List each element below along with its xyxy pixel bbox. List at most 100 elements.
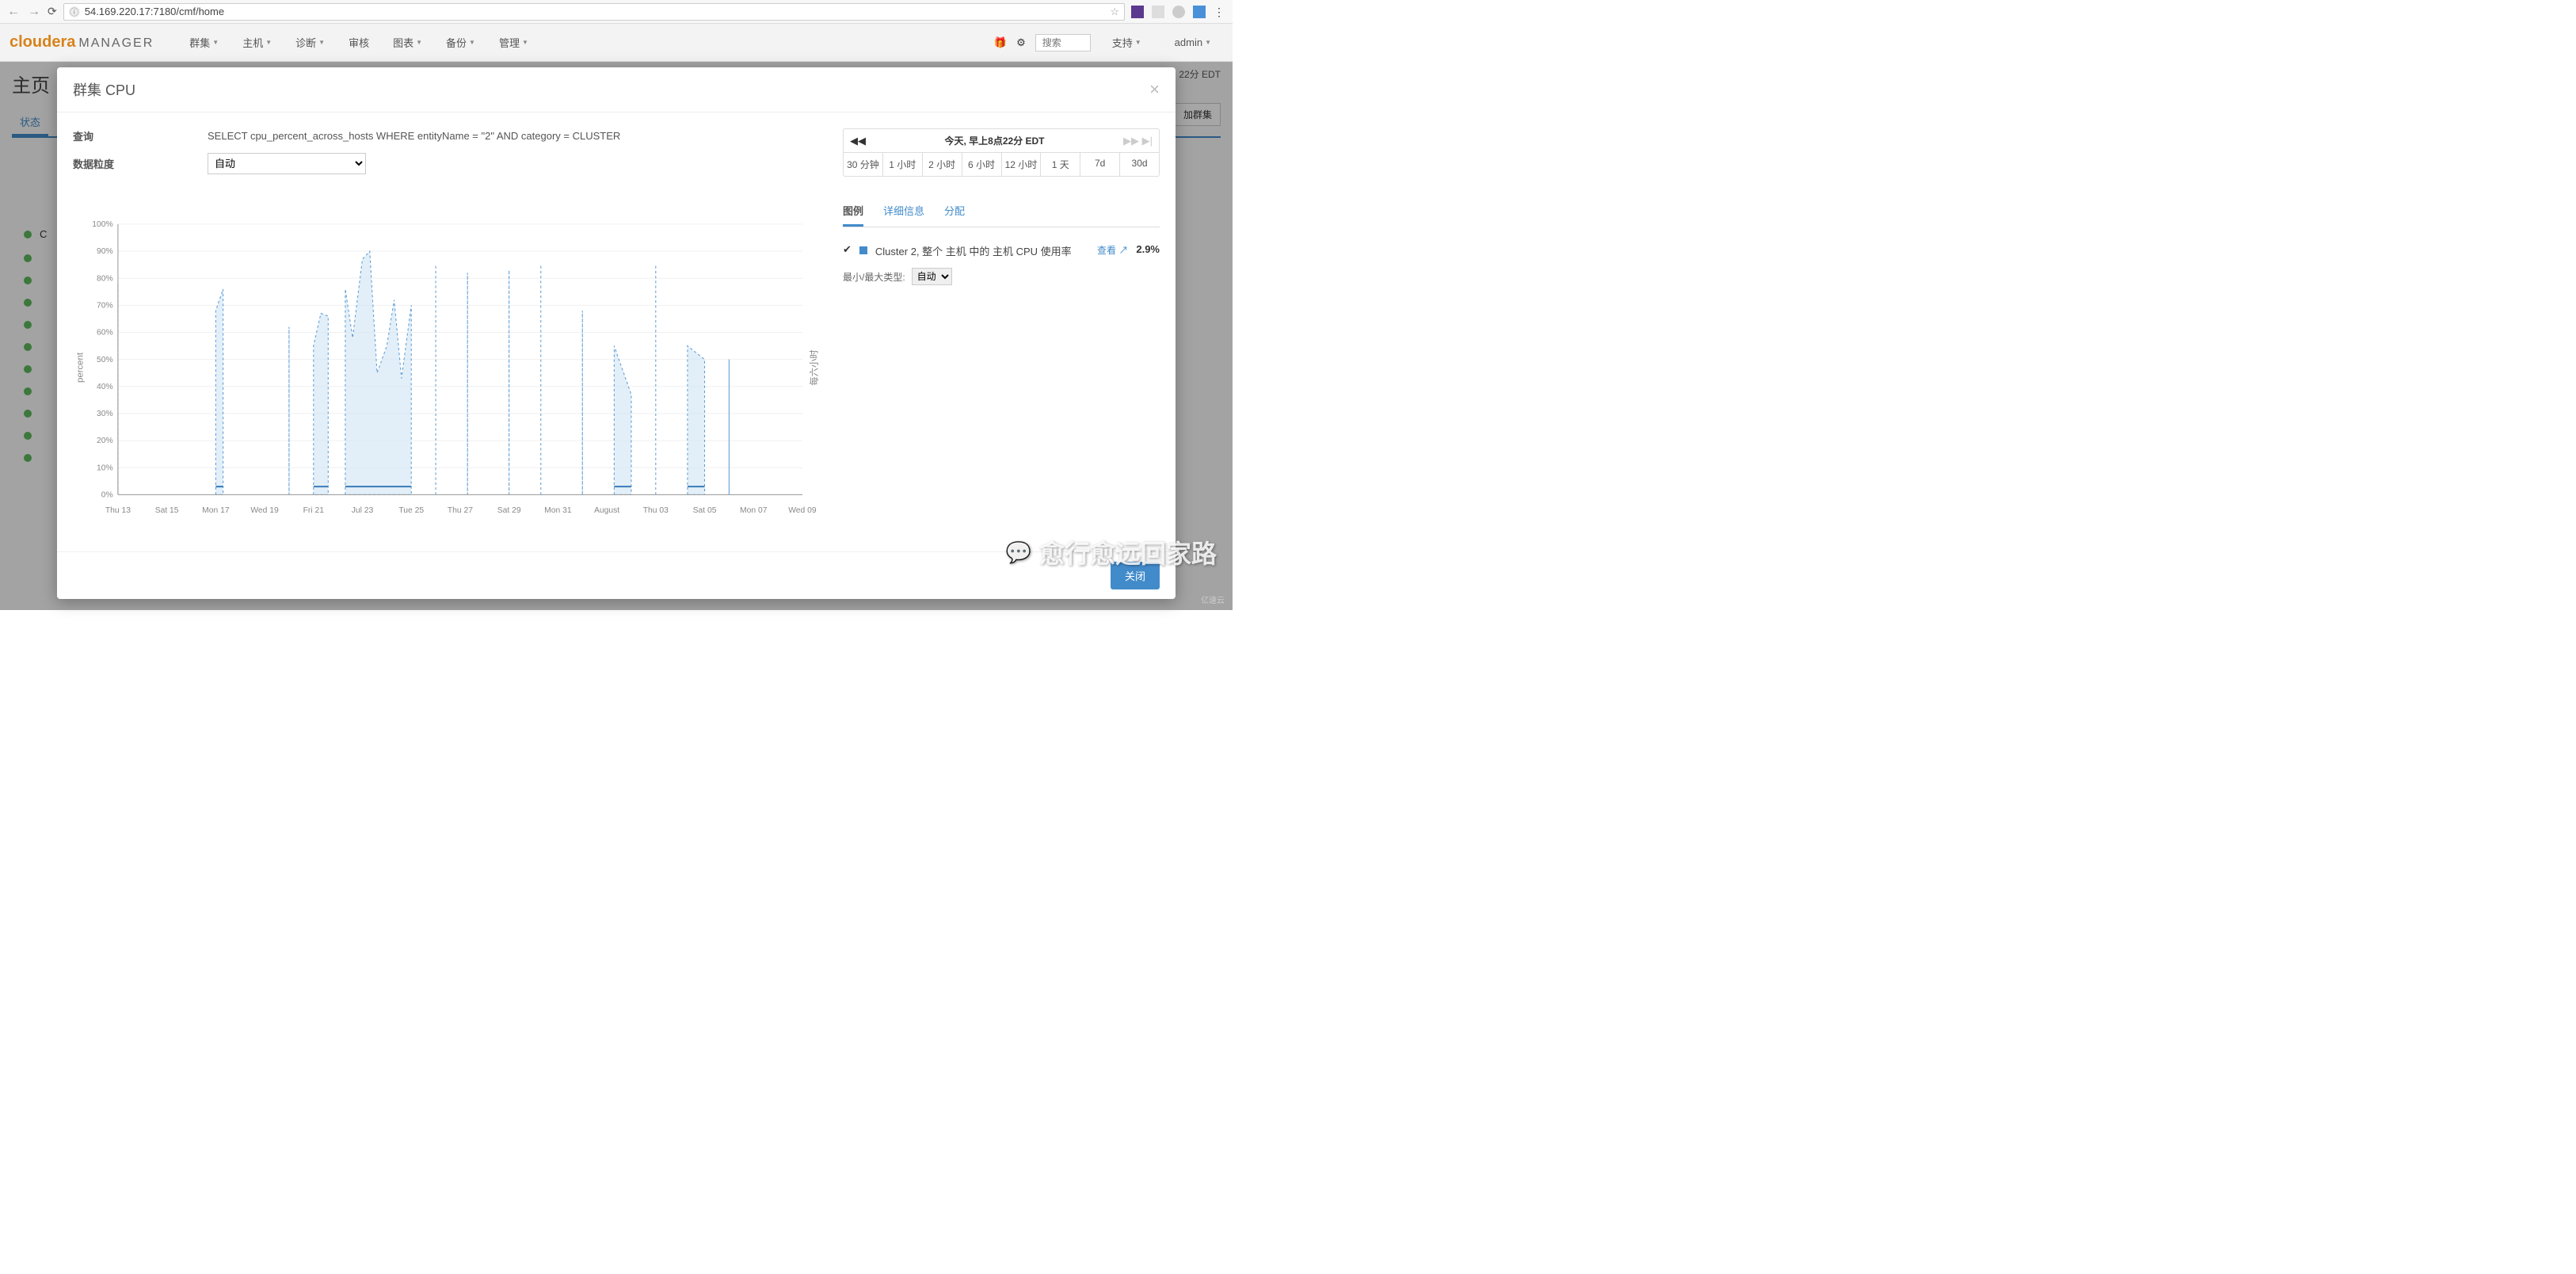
- nav-label: 诊断: [295, 35, 316, 50]
- star-icon[interactable]: ☆: [1110, 6, 1119, 18]
- minmax-row: 最小/最大类型: 自动: [843, 268, 1160, 285]
- time-btn-6h[interactable]: 6 小时: [962, 153, 1002, 176]
- nav-clusters[interactable]: 群集▼: [177, 35, 231, 50]
- svg-text:Wed 09: Wed 09: [788, 506, 817, 515]
- time-btn-12h[interactable]: 12 小时: [1002, 153, 1042, 176]
- nav-diagnostics[interactable]: 诊断▼: [284, 35, 337, 50]
- search-input[interactable]: [1035, 34, 1091, 51]
- brand-logo[interactable]: cloudera MANAGER: [10, 33, 154, 51]
- support-menu[interactable]: 支持▼: [1100, 35, 1153, 50]
- nav-label: 备份: [446, 35, 467, 50]
- legend-value: 2.9%: [1136, 243, 1160, 255]
- nav-label: 审核: [349, 35, 369, 50]
- tab-legend[interactable]: 图例: [843, 196, 863, 227]
- right-panel: ◀◀ 今天, 早上8点22分 EDT ▶▶ ▶| 30 分钟 1 小时 2 小时…: [843, 128, 1160, 536]
- time-nav-top: ◀◀ 今天, 早上8点22分 EDT ▶▶ ▶|: [844, 129, 1159, 153]
- chevron-down-icon: ▼: [318, 39, 325, 46]
- svg-text:Mon 17: Mon 17: [202, 506, 230, 515]
- svg-text:20%: 20%: [97, 437, 113, 445]
- nav-label: 群集: [189, 35, 210, 50]
- url-bar[interactable]: ⓘ 54.169.220.17:7180/cmf/home ☆: [63, 3, 1125, 21]
- query-row: 查询 SELECT cpu_percent_across_hosts WHERE…: [73, 128, 827, 143]
- close-icon[interactable]: ×: [1149, 79, 1160, 100]
- svg-text:Sat 29: Sat 29: [497, 506, 521, 515]
- tab-distribution[interactable]: 分配: [944, 196, 965, 227]
- nav-fwd-icon[interactable]: ▶▶ ▶|: [1123, 135, 1153, 147]
- info-icon[interactable]: ⓘ: [69, 6, 80, 17]
- svg-text:Thu 27: Thu 27: [448, 506, 473, 515]
- time-navigator: ◀◀ 今天, 早上8点22分 EDT ▶▶ ▶| 30 分钟 1 小时 2 小时…: [843, 128, 1160, 177]
- svg-text:Mon 31: Mon 31: [544, 506, 572, 515]
- svg-text:40%: 40%: [97, 383, 113, 391]
- time-btn-7d[interactable]: 7d: [1080, 153, 1120, 176]
- chevron-down-icon: ▼: [469, 39, 475, 46]
- svg-text:50%: 50%: [97, 356, 113, 364]
- time-btn-30m[interactable]: 30 分钟: [844, 153, 883, 176]
- nav-charts[interactable]: 图表▼: [381, 35, 434, 50]
- nav-audits[interactable]: 审核: [337, 35, 381, 50]
- nav-hosts[interactable]: 主机▼: [231, 35, 284, 50]
- back-icon[interactable]: ←: [6, 5, 21, 19]
- brand-main: cloudera: [10, 33, 75, 51]
- legend-row: ✔ Cluster 2, 整个 主机 中的 主机 CPU 使用率 查看 ↗ 2.…: [843, 243, 1160, 258]
- nav-label: 主机: [242, 35, 263, 50]
- chevron-down-icon: ▼: [416, 39, 422, 46]
- view-link[interactable]: 查看 ↗: [1097, 243, 1128, 257]
- modal-header: 群集 CPU ×: [57, 67, 1176, 113]
- forward-icon[interactable]: →: [27, 5, 41, 19]
- svg-text:Thu 13: Thu 13: [105, 506, 131, 515]
- svg-text:Sat 15: Sat 15: [155, 506, 179, 515]
- nav-admin[interactable]: 管理▼: [487, 35, 540, 50]
- legend-text: Cluster 2, 整个 主机 中的 主机 CPU 使用率: [875, 243, 1089, 258]
- chevron-down-icon: ▼: [265, 39, 272, 46]
- cpu-chart: 0%10%20%30%40%50%60%70%80%90%100%percent…: [73, 200, 827, 536]
- ext-icon-3[interactable]: [1172, 6, 1185, 18]
- granularity-select[interactable]: 自动: [208, 153, 366, 174]
- svg-text:Wed 19: Wed 19: [250, 506, 279, 515]
- ext-icon-1[interactable]: [1131, 6, 1144, 18]
- chevron-down-icon: ▼: [522, 39, 528, 46]
- svg-text:60%: 60%: [97, 329, 113, 338]
- parcel-icon[interactable]: 🎁: [994, 36, 1007, 49]
- svg-text:30%: 30%: [97, 410, 113, 418]
- user-menu[interactable]: admin▼: [1163, 36, 1223, 48]
- nav-backup[interactable]: 备份▼: [434, 35, 487, 50]
- app-nav: cloudera MANAGER 群集▼ 主机▼ 诊断▼ 审核 图表▼ 备份▼ …: [0, 24, 1233, 62]
- url-text: 54.169.220.17:7180/cmf/home: [85, 6, 224, 17]
- left-panel: 查询 SELECT cpu_percent_across_hosts WHERE…: [73, 128, 827, 536]
- svg-text:0%: 0%: [101, 490, 113, 499]
- svg-text:Fri 21: Fri 21: [303, 506, 325, 515]
- ext-icon-2[interactable]: [1152, 6, 1164, 18]
- svg-text:Jul 23: Jul 23: [352, 506, 374, 515]
- reload-icon[interactable]: ⟳: [48, 5, 57, 18]
- time-btn-2h[interactable]: 2 小时: [923, 153, 962, 176]
- time-display: 今天, 早上8点22分 EDT: [866, 134, 1123, 147]
- time-btn-1d[interactable]: 1 天: [1041, 153, 1080, 176]
- svg-text:Sat 05: Sat 05: [693, 506, 717, 515]
- brand-sub: MANAGER: [78, 36, 154, 51]
- menu-icon[interactable]: ⋮: [1214, 6, 1226, 18]
- time-buttons: 30 分钟 1 小时 2 小时 6 小时 12 小时 1 天 7d 30d: [844, 153, 1159, 176]
- granularity-row: 数据粒度 自动: [73, 153, 827, 174]
- running-icon[interactable]: ⚙: [1016, 36, 1026, 49]
- time-btn-1h[interactable]: 1 小时: [883, 153, 923, 176]
- nav-right: 🎁 ⚙ 支持▼ admin▼: [994, 34, 1223, 51]
- label: 支持: [1112, 35, 1133, 50]
- ext-icon-4[interactable]: [1193, 6, 1206, 18]
- minmax-select[interactable]: 自动: [912, 268, 952, 285]
- svg-text:70%: 70%: [97, 301, 113, 310]
- svg-text:90%: 90%: [97, 247, 113, 256]
- detail-tabs: 图例 详细信息 分配: [843, 196, 1160, 227]
- nav-label: 图表: [393, 35, 413, 50]
- chart-modal: 群集 CPU × 查询 SELECT cpu_percent_across_ho…: [57, 67, 1176, 599]
- svg-text:100%: 100%: [92, 220, 112, 229]
- tab-details[interactable]: 详细信息: [883, 196, 924, 227]
- check-icon[interactable]: ✔: [843, 243, 852, 256]
- minmax-label: 最小/最大类型:: [843, 270, 905, 284]
- chevron-down-icon: ▼: [212, 39, 219, 46]
- svg-text:每六小时: 每六小时: [809, 349, 820, 386]
- chart-container: 0%10%20%30%40%50%60%70%80%90%100%percent…: [73, 200, 827, 536]
- time-btn-30d[interactable]: 30d: [1120, 153, 1159, 176]
- svg-text:percent: percent: [75, 352, 85, 383]
- nav-back-icon[interactable]: ◀◀: [850, 135, 866, 147]
